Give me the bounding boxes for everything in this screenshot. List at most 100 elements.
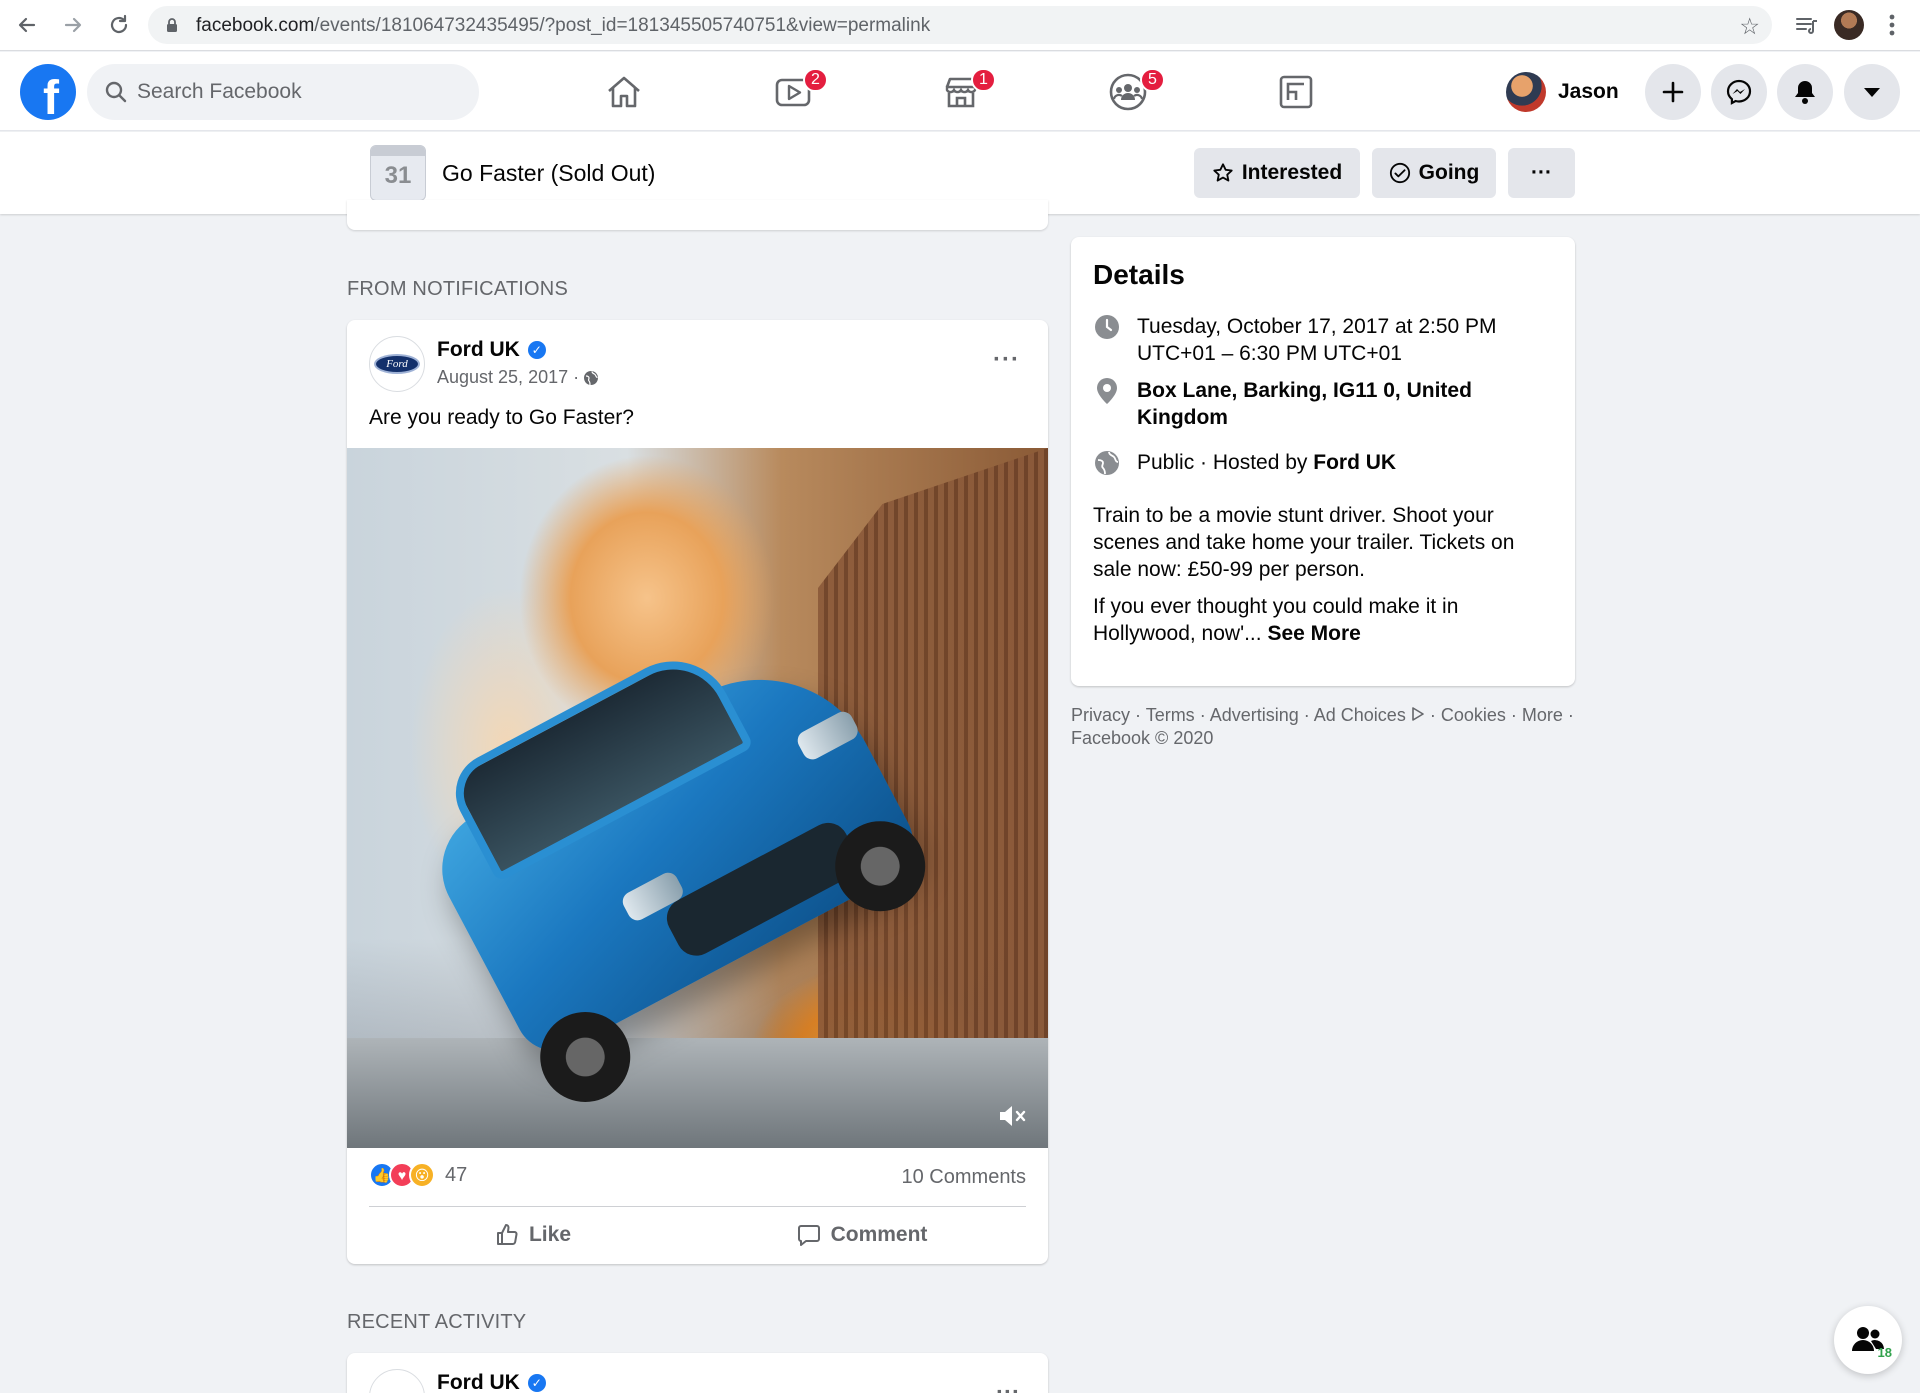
ellipsis-icon: ··· [1531,161,1552,184]
see-more-link[interactable]: See More [1267,622,1360,645]
ford-avatar-2[interactable] [369,1369,425,1393]
watch-badge: 2 [803,68,828,92]
post-date[interactable]: August 25, 2017 · [437,367,579,388]
browser-profile-avatar[interactable] [1833,10,1865,40]
ad-choices-icon [1412,707,1424,721]
plus-icon [1662,81,1684,103]
gaming-icon [1279,75,1313,109]
ford-avatar[interactable]: Ford [369,336,425,392]
tab-groups[interactable]: 5 [1068,60,1188,124]
wow-reaction-icon: 😮 [409,1162,435,1188]
reload-icon[interactable] [104,10,134,40]
marketplace-badge: 1 [971,68,996,92]
url-host: facebook.com [196,15,315,36]
footer-links: Privacy · Terms · Advertising · Ad Choic… [1071,705,1574,748]
post-card-2: Ford UK ✓ ··· [347,1353,1048,1393]
event-more-button[interactable]: ··· [1508,148,1575,198]
event-datetime: Tuesday, October 17, 2017 at 2:50 PM UTC… [1137,315,1497,365]
post-video[interactable] [347,448,1048,1148]
notifications-button[interactable] [1777,64,1833,120]
post-divider [369,1206,1026,1207]
post-meta: August 25, 2017 · [437,367,599,388]
going-label: Going [1418,161,1480,184]
bookmark-star-icon[interactable]: ☆ [1739,13,1760,40]
comment-button[interactable]: Comment [698,1214,1026,1256]
post-text: Are you ready to Go Faster? [369,406,634,429]
bell-icon [1795,81,1815,104]
comment-icon [797,1225,820,1246]
post-options-icon[interactable]: ··· [993,346,1020,374]
groups-badge: 5 [1140,68,1165,92]
footer-ad-choices[interactable]: Ad Choices [1314,705,1406,725]
create-button[interactable] [1645,64,1701,120]
calendar-day: 31 [384,162,412,189]
check-circle-icon [1389,162,1410,184]
reaction-count: 47 [445,1163,468,1186]
search-icon [105,81,127,103]
profile-name: Jason [1558,80,1619,103]
clock-icon [1093,313,1121,341]
details-location-row: Box Lane, Barking, IG11 0, United Kingdo… [1093,377,1553,431]
browser-menu-icon[interactable] [1880,10,1904,40]
reading-list-icon[interactable] [1790,10,1824,40]
caret-down-icon [1864,88,1880,97]
details-card: Details Tuesday, October 17, 2017 at 2:5… [1071,237,1575,686]
event-privacy: Public · Hosted by Ford UK [1137,449,1396,477]
footer-advertising[interactable]: Advertising [1210,705,1299,725]
details-datetime-row: Tuesday, October 17, 2017 at 2:50 PM UTC… [1093,313,1553,367]
event-host[interactable]: Ford UK [1313,451,1396,474]
post2-author[interactable]: Ford UK ✓ [437,1371,546,1393]
messenger-icon [1726,79,1752,105]
interested-button[interactable]: Interested [1194,148,1360,198]
url-path: /events/181064732435495/?post_id=1813455… [314,15,931,36]
search-box[interactable] [87,64,479,120]
section-label-notifications: FROM NOTIFICATIONS [347,278,568,300]
avatar [1506,72,1546,112]
comment-label: Comment [830,1223,928,1246]
search-input[interactable] [137,78,457,106]
event-description-2: If you ever thought you could make it in… [1093,593,1553,647]
event-description-1: Train to be a movie stunt driver. Shoot … [1093,504,1515,581]
calendar-icon: 31 [370,145,426,201]
home-icon [608,76,640,108]
facebook-logo[interactable]: f [20,64,76,120]
interested-label: Interested [1241,161,1343,184]
back-icon[interactable] [12,10,42,40]
browser-toolbar: facebook.com/events/181064732435495/?pos… [0,0,1920,51]
mute-icon[interactable] [994,1098,1030,1134]
globe-icon [584,370,599,385]
footer-terms[interactable]: Terms [1146,705,1195,725]
privacy-prefix: Public · Hosted by [1137,451,1308,474]
comments-count[interactable]: 10 Comments [902,1166,1027,1189]
forward-icon[interactable] [58,10,88,40]
tab-marketplace[interactable]: 1 [901,60,1021,124]
like-button[interactable]: Like [369,1214,697,1256]
verified-badge-icon: ✓ [527,1374,546,1392]
address-bar[interactable]: facebook.com/events/181064732435495/?pos… [148,6,1772,44]
post-card: Ford Ford UK ✓ August 25, 2017 · ··· Are… [347,320,1048,1264]
post-author-name: Ford UK [437,338,520,361]
going-button[interactable]: Going [1372,148,1496,198]
profile-chip[interactable]: Jason [1506,68,1619,116]
post-author[interactable]: Ford UK ✓ [437,338,546,362]
footer-more[interactable]: More [1522,705,1563,725]
footer-copyright: Facebook © 2020 [1071,728,1214,748]
tab-gaming[interactable] [1236,60,1356,124]
account-menu-button[interactable] [1844,64,1900,120]
event-location[interactable]: Box Lane, Barking, IG11 0, United Kingdo… [1137,377,1553,431]
tab-home[interactable] [564,60,684,124]
section-label-recent: RECENT ACTIVITY [347,1311,527,1333]
footer-privacy[interactable]: Privacy [1071,705,1130,725]
reactions-summary[interactable]: 👍 ♥ 😮 47 [369,1162,467,1188]
messenger-button[interactable] [1711,64,1767,120]
tab-watch[interactable]: 2 [733,60,853,124]
details-title: Details [1093,259,1185,290]
footer-cookies[interactable]: Cookies [1441,705,1506,725]
event-title[interactable]: Go Faster (Sold Out) [442,160,655,187]
lock-icon [167,18,177,32]
thumbs-up-icon [496,1224,518,1246]
contacts-button[interactable]: 18 [1834,1306,1902,1374]
post2-options-icon[interactable]: ··· [996,1379,1020,1393]
facebook-header: f 2 1 5 Jason [0,52,1920,131]
like-label: Like [528,1223,572,1246]
